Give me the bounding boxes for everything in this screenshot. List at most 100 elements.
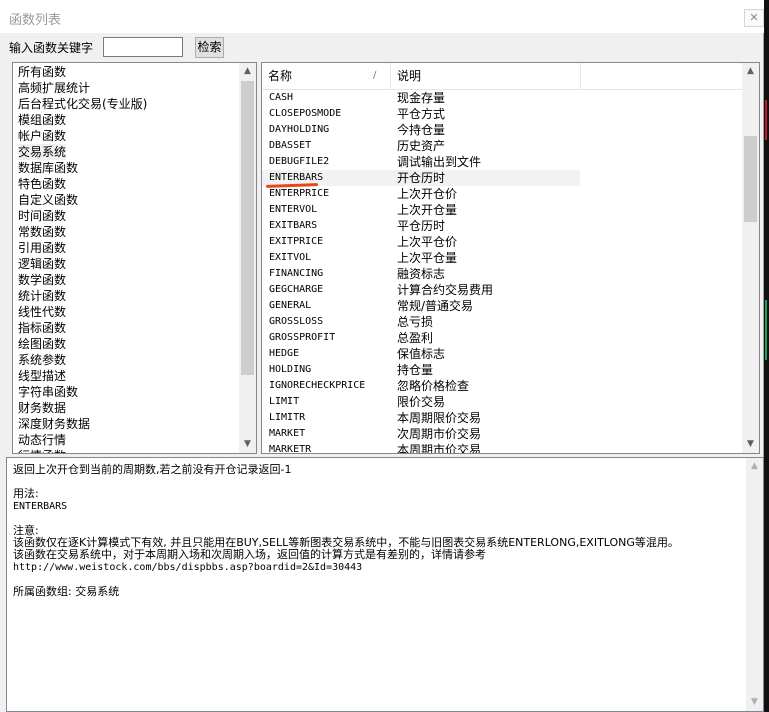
category-item[interactable]: 帐户函数 [18,128,66,144]
description-line: ENTERBARS [13,500,68,512]
category-item[interactable]: 所有函数 [18,64,66,80]
category-item[interactable]: 财务数据 [18,400,66,416]
table-row[interactable]: HEDGE 保值标志 [262,346,580,362]
function-name: LIMITR [269,412,306,423]
function-list-dialog: 函数列表 ✕ 输入函数关键字 检索 所有函数 高频扩展统计 后台程式化交易(专业版)… [0,0,764,712]
category-item[interactable]: 数据库函数 [18,160,78,176]
category-item[interactable]: 交易系统 [18,144,67,160]
description-line: 返回上次开仓到当前的周期数,若之前没有开仓记录返回-1 [13,463,292,476]
table-row[interactable]: IGNORECHECKPRICE 忽略价格检查 [262,378,580,394]
column-header-name[interactable]: 名称 / [262,63,391,89]
category-item[interactable]: 模组函数 [18,112,66,128]
scroll-up-icon[interactable]: ▲ [742,63,759,80]
category-item[interactable]: 自定义函数 [18,192,78,208]
function-name: FINANCING [269,268,324,279]
category-item[interactable]: 逻辑函数 [18,256,66,272]
category-item[interactable]: 常数函数 [18,224,66,240]
function-desc: 次周期市价交易 [397,427,482,441]
table-row[interactable]: CASH 现金存量 [262,90,580,106]
function-desc: 上次开仓价 [397,187,458,201]
function-name: ENTERVOL [269,204,318,215]
table-row[interactable]: HOLDING 持仓量 [262,362,580,378]
description-line: 所属函数组: 交易系统 [13,585,120,598]
table-row[interactable]: GROSSLOSS 总亏损 [262,314,580,330]
search-button[interactable]: 检索 [195,37,224,58]
function-desc: 平仓方式 [397,107,446,121]
table-row[interactable]: EXITPRICE 上次平仓价 [262,234,580,250]
function-desc: 融资标志 [397,267,446,281]
function-name: GROSSLOSS [269,316,324,327]
table-row[interactable]: ENTERPRICE 上次开仓价 [262,186,580,202]
table-row[interactable]: MARKET 次周期市价交易 [262,426,580,442]
background-chart-line [765,300,767,360]
category-item[interactable]: 后台程式化交易(专业版) [18,96,147,112]
table-row[interactable]: LIMIT 限价交易 [262,394,580,410]
function-name: DEBUGFILE2 [269,156,330,167]
table-header: 名称 / 说明 [262,63,759,90]
function-scrollbar[interactable]: ▲ ▼ [742,63,759,453]
function-table[interactable]: 名称 / 说明 CASH 现金存量 CLOSEPOSMODE 平仓方式 DAYHOLDI… [261,62,760,454]
scroll-down-icon[interactable]: ▼ [742,436,759,453]
table-row[interactable]: EXITVOL 上次平仓量 [262,250,580,266]
category-item[interactable]: 数学函数 [18,272,66,288]
category-item[interactable]: 时间函数 [18,208,66,224]
category-item[interactable]: 行情函数 [18,448,66,453]
table-row[interactable]: GENERAL 常规/普通交易 [262,298,580,314]
column-desc-label: 说明 [397,69,422,83]
table-row[interactable]: EXITBARS 平仓历时 [262,218,580,234]
category-item[interactable]: 字符串函数 [18,384,78,400]
category-item[interactable]: 线性代数 [18,304,66,320]
scroll-down-icon[interactable]: ▼ [239,436,256,453]
function-desc: 本周期限价交易 [397,411,482,425]
category-list[interactable]: 所有函数 高频扩展统计 后台程式化交易(专业版) 模组函数 帐户函数 交易系统 数据库函数特… [12,62,257,454]
search-input[interactable] [103,37,183,57]
close-icon[interactable]: ✕ [744,9,764,27]
category-item[interactable]: 统计函数 [18,288,66,304]
category-item[interactable]: 系统参数 [18,352,66,368]
function-name: EXITBARS [269,220,318,231]
function-desc: 本周期市价交易 [397,443,482,454]
table-row[interactable]: DEBUGFILE2 调试输出到文件 [262,154,580,170]
scroll-up-icon[interactable]: ▲ [239,63,256,80]
window-title: 函数列表 [9,13,62,28]
function-desc: 计算合约交易费用 [397,283,494,297]
function-desc: 保值标志 [397,347,446,361]
table-row[interactable]: MARKETR 本周期市价交易 [262,442,580,454]
scroll-thumb[interactable] [241,81,254,375]
scroll-up-icon[interactable]: ▲ [746,458,763,475]
function-name: EXITPRICE [269,236,324,247]
table-row[interactable]: ENTERBARS 开仓历时 [262,170,580,188]
function-desc: 忽略价格检查 [397,379,470,393]
table-row[interactable]: CLOSEPOSMODE 平仓方式 [262,106,580,122]
table-row[interactable]: GROSSPROFIT 总盈利 [262,330,580,346]
column-header-desc[interactable]: 说明 [391,63,581,89]
category-item[interactable]: 动态行情 [18,432,66,448]
table-row[interactable]: GEGCHARGE 计算合约交易费用 [262,282,580,298]
function-name: CLOSEPOSMODE [269,108,342,119]
table-row[interactable]: DBASSET 历史资产 [262,138,580,154]
table-row[interactable]: DAYHOLDING 今持仓量 [262,122,580,138]
description-panel[interactable]: 返回上次开仓到当前的周期数,若之前没有开仓记录返回-1 用法: ENTERBARS 注… [6,457,764,712]
function-desc: 上次平仓量 [397,251,458,265]
function-desc: 上次平仓价 [397,235,458,249]
category-item[interactable]: 深度财务数据 [18,416,90,432]
scroll-thumb[interactable] [744,136,757,222]
function-name: LIMIT [269,396,300,407]
table-row[interactable]: LIMITR 本周期限价交易 [262,410,580,426]
function-name: GEGCHARGE [269,284,324,295]
function-desc: 开仓历时 [397,171,446,185]
search-label: 输入函数关键字 [9,41,94,55]
category-item[interactable]: 高频扩展统计 [18,80,90,96]
table-row[interactable]: FINANCING 融资标志 [262,266,580,282]
category-item[interactable]: 指标函数 [18,320,66,336]
category-scrollbar[interactable]: ▲ ▼ [239,63,256,453]
category-item[interactable]: 引用函数 [18,240,66,256]
function-name: DBASSET [269,140,312,151]
table-row[interactable]: ENTERVOL 上次开仓量 [262,202,580,218]
description-scrollbar[interactable]: ▲ ▼ [746,458,763,711]
category-item[interactable]: 绘图函数 [18,336,66,352]
scroll-down-icon[interactable]: ▼ [746,694,763,711]
function-desc: 调试输出到文件 [397,155,482,169]
category-item[interactable]: 线型描述 [18,368,66,384]
category-item[interactable]: 特色函数 [18,176,66,192]
